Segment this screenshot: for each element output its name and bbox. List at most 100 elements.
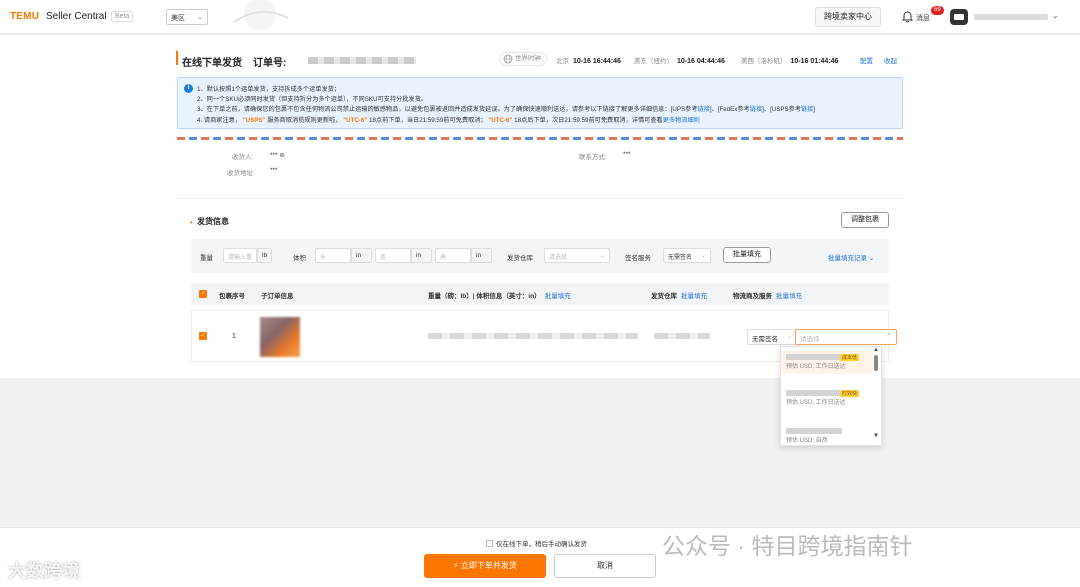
world-clock-badge[interactable]: 世界时钟 <box>499 52 547 66</box>
messages-button[interactable]: 消息 69 <box>900 6 944 27</box>
warehouse-redacted[interactable] <box>654 333 710 339</box>
bulk-fill-link[interactable]: 批量填充 <box>545 293 571 300</box>
timezone-time: 10-16 01:44:46 <box>790 58 839 65</box>
col-warehouse: 发货仓库 批量填充 <box>651 290 707 300</box>
col-label: 物流商及服务 <box>733 293 772 300</box>
col-package-no: 包裹序号 <box>219 293 245 300</box>
title-accent <box>176 51 178 65</box>
collapse-link[interactable]: 收起 <box>884 55 897 65</box>
package-index: 1 <box>232 333 236 340</box>
notice-text: ]、[USPS参考 <box>762 106 802 113</box>
address-value: *** <box>270 167 278 174</box>
scroll-up-icon[interactable]: ▲ <box>873 347 879 353</box>
submit-and-ship-button[interactable]: ⚡ 立即下单并发货 <box>424 554 546 578</box>
watermark-left: 大数跨境 <box>8 561 80 581</box>
region-select[interactable]: 美区 ⌄ <box>166 9 208 25</box>
bell-icon <box>902 11 913 23</box>
notice-line-1: 1、默认按照1个运单发货，支持拆成多个运单发货； <box>197 86 341 93</box>
contact-label: 联系方式: <box>579 154 607 161</box>
chevron-down-icon: ⌄ <box>868 255 875 262</box>
bulk-fill-bar: 重量 请输入重 lb 体积 长 in 宽 in 高 in 发货仓库 请选择 ⌄ 签… <box>191 239 889 273</box>
logistics-rules-link[interactable]: 更多物流细则 <box>663 117 700 124</box>
usps-link[interactable]: 链接 <box>801 106 813 113</box>
ups-link[interactable]: 链接 <box>698 106 710 113</box>
timezone-us-east: 美东（纽约） 10-16 04:44:46 <box>634 55 725 65</box>
info-icon: i <box>184 84 193 93</box>
chevron-down-icon[interactable]: ⌄ <box>1052 11 1059 20</box>
row-signature-value: 无需签名 <box>752 336 778 343</box>
history-text: 批量填充记录 <box>828 255 867 262</box>
scroll-down-icon[interactable]: ▼ <box>873 433 879 439</box>
width-input[interactable]: 宽 <box>375 248 411 263</box>
address-card: 收货人: *** ⊘ 联系方式: *** 收货地址: *** <box>177 135 903 189</box>
row-checkbox[interactable]: ✓ <box>199 332 207 340</box>
bulk-fill-link[interactable]: 批量填充 <box>776 293 802 300</box>
footer-bar: 仅在线下单，稍后手动确认发货 ⚡ 立即下单并发货 取消 <box>0 527 1080 587</box>
logistics-service-select[interactable]: 请选择 ⌃ <box>795 329 897 345</box>
notice-text: 18点后下单，次日21:59:59前可免费取消，详情可查看 <box>514 117 663 124</box>
table-header: ✓ 包裹序号 子订单信息 重量（磅：lb）| 体积信息（英寸：in） 批量填充 发… <box>191 283 889 305</box>
notice-line-3: 3、在下单之前，请确保您的包裹不包含任何物流公司禁止运输的敏感物品，以避免包裹被… <box>197 104 815 113</box>
notice-line-2: 2、同一个SKU必须同时发货（但支持拆分为多个运单），不同SKU可支持分批发货。 <box>197 96 427 103</box>
order-number-label: 订单号: <box>253 58 287 69</box>
user-name-redacted[interactable] <box>974 14 1048 20</box>
option-name-redacted <box>786 354 842 360</box>
region-value: 美区 <box>171 15 185 22</box>
globe-icon <box>503 54 513 64</box>
cross-border-center-button[interactable]: 跨境卖家中心 <box>815 7 881 27</box>
col-sub-order: 子订单信息 <box>261 293 294 300</box>
only-online-label: 仅在线下单，稍后手动确认发货 <box>496 541 587 548</box>
height-input[interactable]: 高 <box>435 248 471 263</box>
chevron-down-icon: ⌄ <box>786 334 792 340</box>
warehouse-select[interactable]: 请选择 ⌄ <box>544 248 610 263</box>
chevron-up-icon: ⌃ <box>885 334 891 340</box>
cancel-button[interactable]: 取消 <box>554 554 656 578</box>
decoration-graphic <box>233 0 289 30</box>
shipping-info-title: 发货信息 <box>197 217 229 226</box>
notice-text: ] <box>813 106 816 113</box>
notice-text: ]、[FedEx参考 <box>709 106 750 113</box>
fedex-link[interactable]: 链接 <box>750 106 762 113</box>
warehouse-label: 发货仓库 <box>507 255 533 262</box>
weight-dims-redacted[interactable] <box>428 333 638 339</box>
weight-input[interactable]: 请输入重 <box>223 248 257 263</box>
config-link[interactable]: 配置 <box>860 55 873 65</box>
dropdown-option[interactable]: 成本低 预估 USD; 工作日送达 <box>781 351 873 374</box>
chevron-down-icon: ⌄ <box>700 253 706 259</box>
length-input[interactable]: 长 <box>315 248 351 263</box>
dropdown-option[interactable]: 时效快 预估 USD; 工作日送达 <box>781 387 873 410</box>
scrollbar[interactable] <box>874 355 878 371</box>
temu-logo[interactable]: TEMU <box>10 11 39 22</box>
signature-select[interactable]: 无需签名 ⌄ <box>663 248 711 263</box>
timezone-beijing: 北京 10-16 16:44:46 <box>556 55 621 65</box>
notice-text: 4. 请商家注意， <box>197 117 242 124</box>
address-label: 收货地址: <box>227 170 255 177</box>
width-unit: in <box>411 248 432 263</box>
top-bar: TEMU Seller Central Beta 美区 ⌄ 跨境卖家中心 消息 … <box>0 0 1080 34</box>
select-all-checkbox[interactable]: ✓ <box>199 290 207 298</box>
volume-label: 体积 <box>293 255 306 262</box>
chevron-down-icon: ⌄ <box>197 14 203 21</box>
adjust-package-button[interactable]: 调整包裹 <box>841 212 889 228</box>
avatar[interactable] <box>950 9 968 25</box>
warehouse-placeholder: 请选择 <box>549 255 568 261</box>
only-online-checkbox[interactable]: 仅在线下单，稍后手动确认发货 <box>486 538 587 548</box>
row-signature-select[interactable]: 无需签名 ⌄ <box>747 329 797 345</box>
product-thumbnail[interactable] <box>260 317 300 357</box>
height-unit: in <box>471 248 492 263</box>
messages-count-badge: 69 <box>931 6 944 15</box>
notice-line-4: 4. 请商家注意， "USPS" 服务商取消揽规则更新啦， "UTC-6" 18… <box>197 115 700 124</box>
weight-unit: lb <box>257 248 273 263</box>
notice-text: 服务商取消揽规则更新啦， <box>267 117 342 124</box>
messages-label: 消息 <box>916 15 930 22</box>
bulk-fill-link[interactable]: 批量填充 <box>681 293 707 300</box>
order-number-redacted <box>308 57 416 64</box>
bulk-fill-button[interactable]: 批量填充 <box>723 247 771 263</box>
checkbox-box[interactable] <box>486 540 493 547</box>
timezone-name: 北京 <box>556 58 569 65</box>
dropdown-option[interactable]: 预估 USD; 自然 <box>781 425 873 445</box>
bulk-fill-history-link[interactable]: 批量填充记录 ⌄ <box>828 252 874 262</box>
watermark-right: 公众号 · 特目跨境指南针 <box>662 533 913 559</box>
notice-text: 3、在下单之前，请确保您的包裹不包含任何物流公司禁止运输的敏感物品，以避免包裹被… <box>197 106 698 113</box>
world-clock-label: 世界时钟 <box>515 55 541 62</box>
